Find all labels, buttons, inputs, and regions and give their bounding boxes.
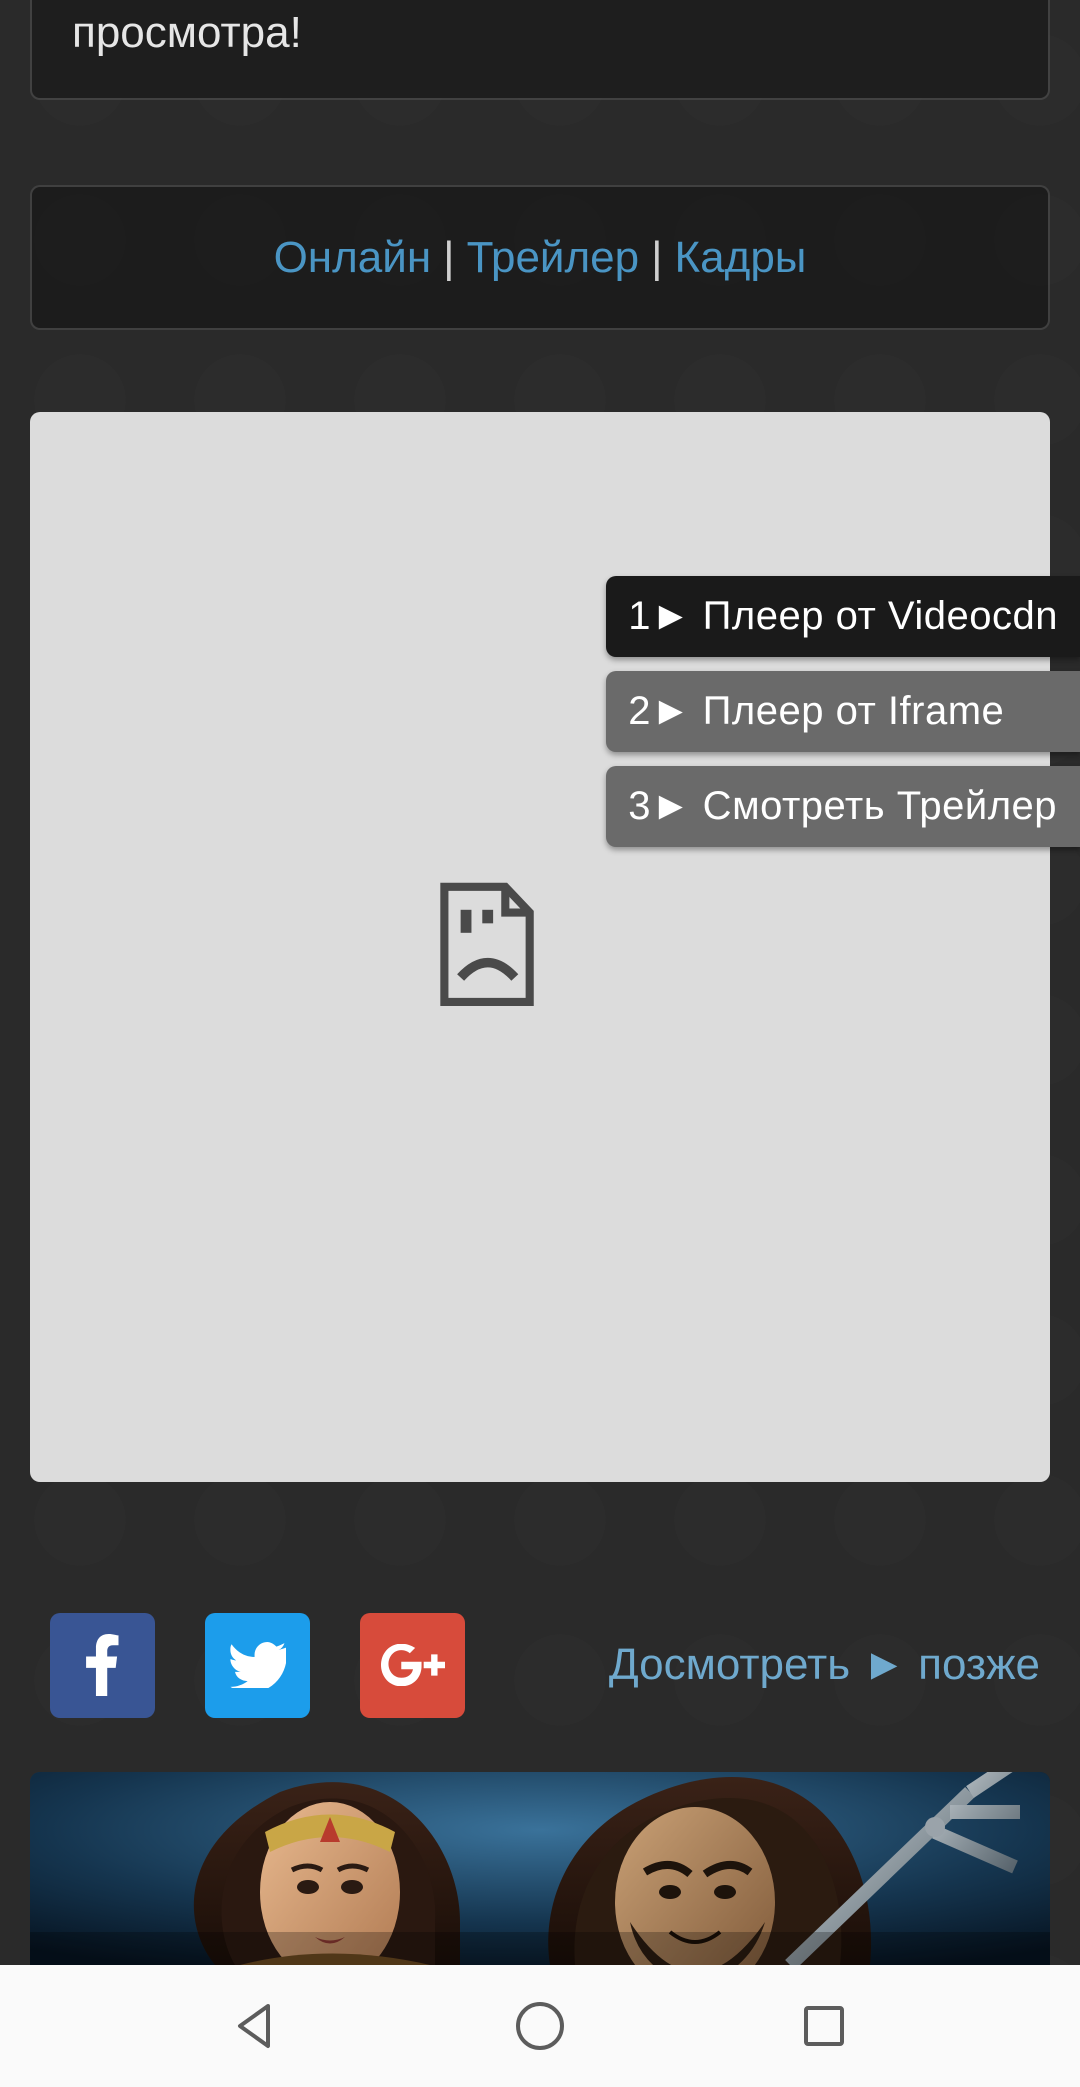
tab-separator: |	[645, 233, 668, 283]
movie-promo-panel[interactable]	[30, 1772, 1050, 1965]
googleplus-share-button[interactable]	[360, 1613, 465, 1718]
social-row: Досмотреть ► позже	[50, 1610, 1050, 1720]
player-source-buttons: 1► Плеер от Videocdn 2► Плеер от Iframe …	[606, 576, 1080, 847]
twitter-icon	[230, 1642, 286, 1688]
system-nav-bar	[0, 1965, 1080, 2087]
player-btn-trailer[interactable]: 3► Смотреть Трейлер	[606, 766, 1080, 847]
player-btn-videocdn[interactable]: 1► Плеер от Videocdn	[606, 576, 1080, 657]
movie-promo-image	[30, 1772, 1050, 1965]
facebook-icon	[86, 1634, 120, 1696]
facebook-share-button[interactable]	[50, 1613, 155, 1718]
recent-square-icon	[796, 1998, 852, 2054]
watch-later-link[interactable]: Досмотреть ► позже	[609, 1640, 1050, 1690]
back-triangle-icon	[228, 1998, 284, 2054]
tab-frames[interactable]: Кадры	[669, 233, 813, 283]
social-icons	[50, 1613, 465, 1718]
tab-trailer[interactable]: Трейлер	[461, 233, 646, 283]
player-btn-iframe[interactable]: 2► Плеер от Iframe	[606, 671, 1080, 752]
twitter-share-button[interactable]	[205, 1613, 310, 1718]
broken-file-icon	[430, 880, 540, 1010]
tab-separator: |	[437, 233, 460, 283]
tab-online[interactable]: Онлайн	[268, 233, 438, 283]
description-card: просмотра!	[30, 0, 1050, 100]
home-circle-icon	[512, 1998, 568, 2054]
nav-back-button[interactable]	[228, 1998, 284, 2054]
tabs-card: Онлайн | Трейлер | Кадры	[30, 185, 1050, 330]
video-player-area[interactable]	[30, 412, 1050, 1482]
description-text-fragment: просмотра!	[72, 0, 1008, 58]
googleplus-icon	[381, 1644, 445, 1686]
nav-home-button[interactable]	[512, 1998, 568, 2054]
nav-recent-button[interactable]	[796, 1998, 852, 2054]
